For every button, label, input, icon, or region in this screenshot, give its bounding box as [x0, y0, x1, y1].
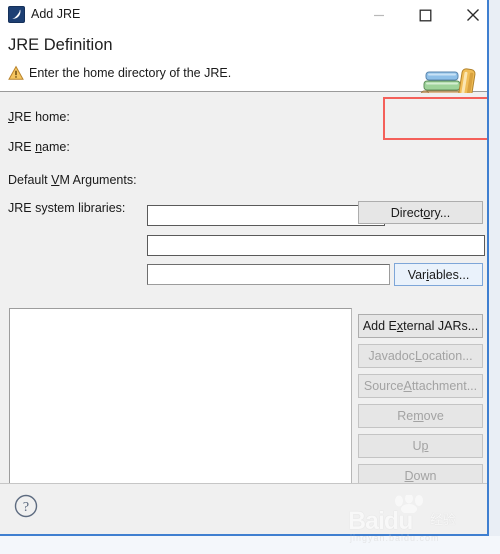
background-strip	[0, 536, 500, 554]
warning-triangle-icon	[8, 65, 24, 81]
svg-text:?: ?	[23, 500, 29, 515]
help-question-icon[interactable]: ?	[14, 494, 38, 518]
header-message: Enter the home directory of the JRE.	[29, 66, 232, 80]
vm-args-input[interactable]	[147, 264, 390, 285]
window-title: Add JRE	[31, 7, 81, 21]
jre-home-label: JRE home:	[8, 110, 70, 124]
source-attachment-button[interactable]: Source Attachment...	[358, 374, 483, 398]
jre-app-icon	[8, 6, 25, 23]
page-title: JRE Definition	[8, 36, 113, 54]
jre-home-input[interactable]	[147, 205, 385, 226]
jre-name-label: JRE name:	[8, 140, 70, 154]
jre-name-input[interactable]	[147, 235, 485, 256]
variables-button[interactable]: Var i ables...	[394, 263, 483, 286]
title-bar: Add JRE	[0, 0, 487, 30]
minimize-button[interactable]	[356, 0, 401, 30]
dialog-body: JRE home: JRE name: Default VM Arguments…	[0, 93, 487, 528]
remove-button[interactable]: Re m ove	[358, 404, 483, 428]
directory-button[interactable]: Direct o ry...	[358, 201, 483, 224]
dialog-header: JRE Definition Enter the home directory …	[0, 30, 487, 105]
close-button[interactable]	[450, 0, 487, 30]
vm-args-label: Default VM Arguments:	[8, 173, 137, 187]
add-external-jars-button[interactable]: Add Ex ternal JARs...	[358, 314, 483, 338]
maximize-button[interactable]	[403, 0, 448, 30]
javadoc-location-button[interactable]: Javadoc Location...	[358, 344, 483, 368]
dialog-footer: ? < Back Next > Finish Cancel	[0, 483, 487, 534]
up-button[interactable]: Up	[358, 434, 483, 458]
add-jre-dialog: Add JRE JRE Definition Enter the home di…	[0, 0, 489, 536]
libraries-label: JRE system libraries:	[8, 201, 126, 215]
